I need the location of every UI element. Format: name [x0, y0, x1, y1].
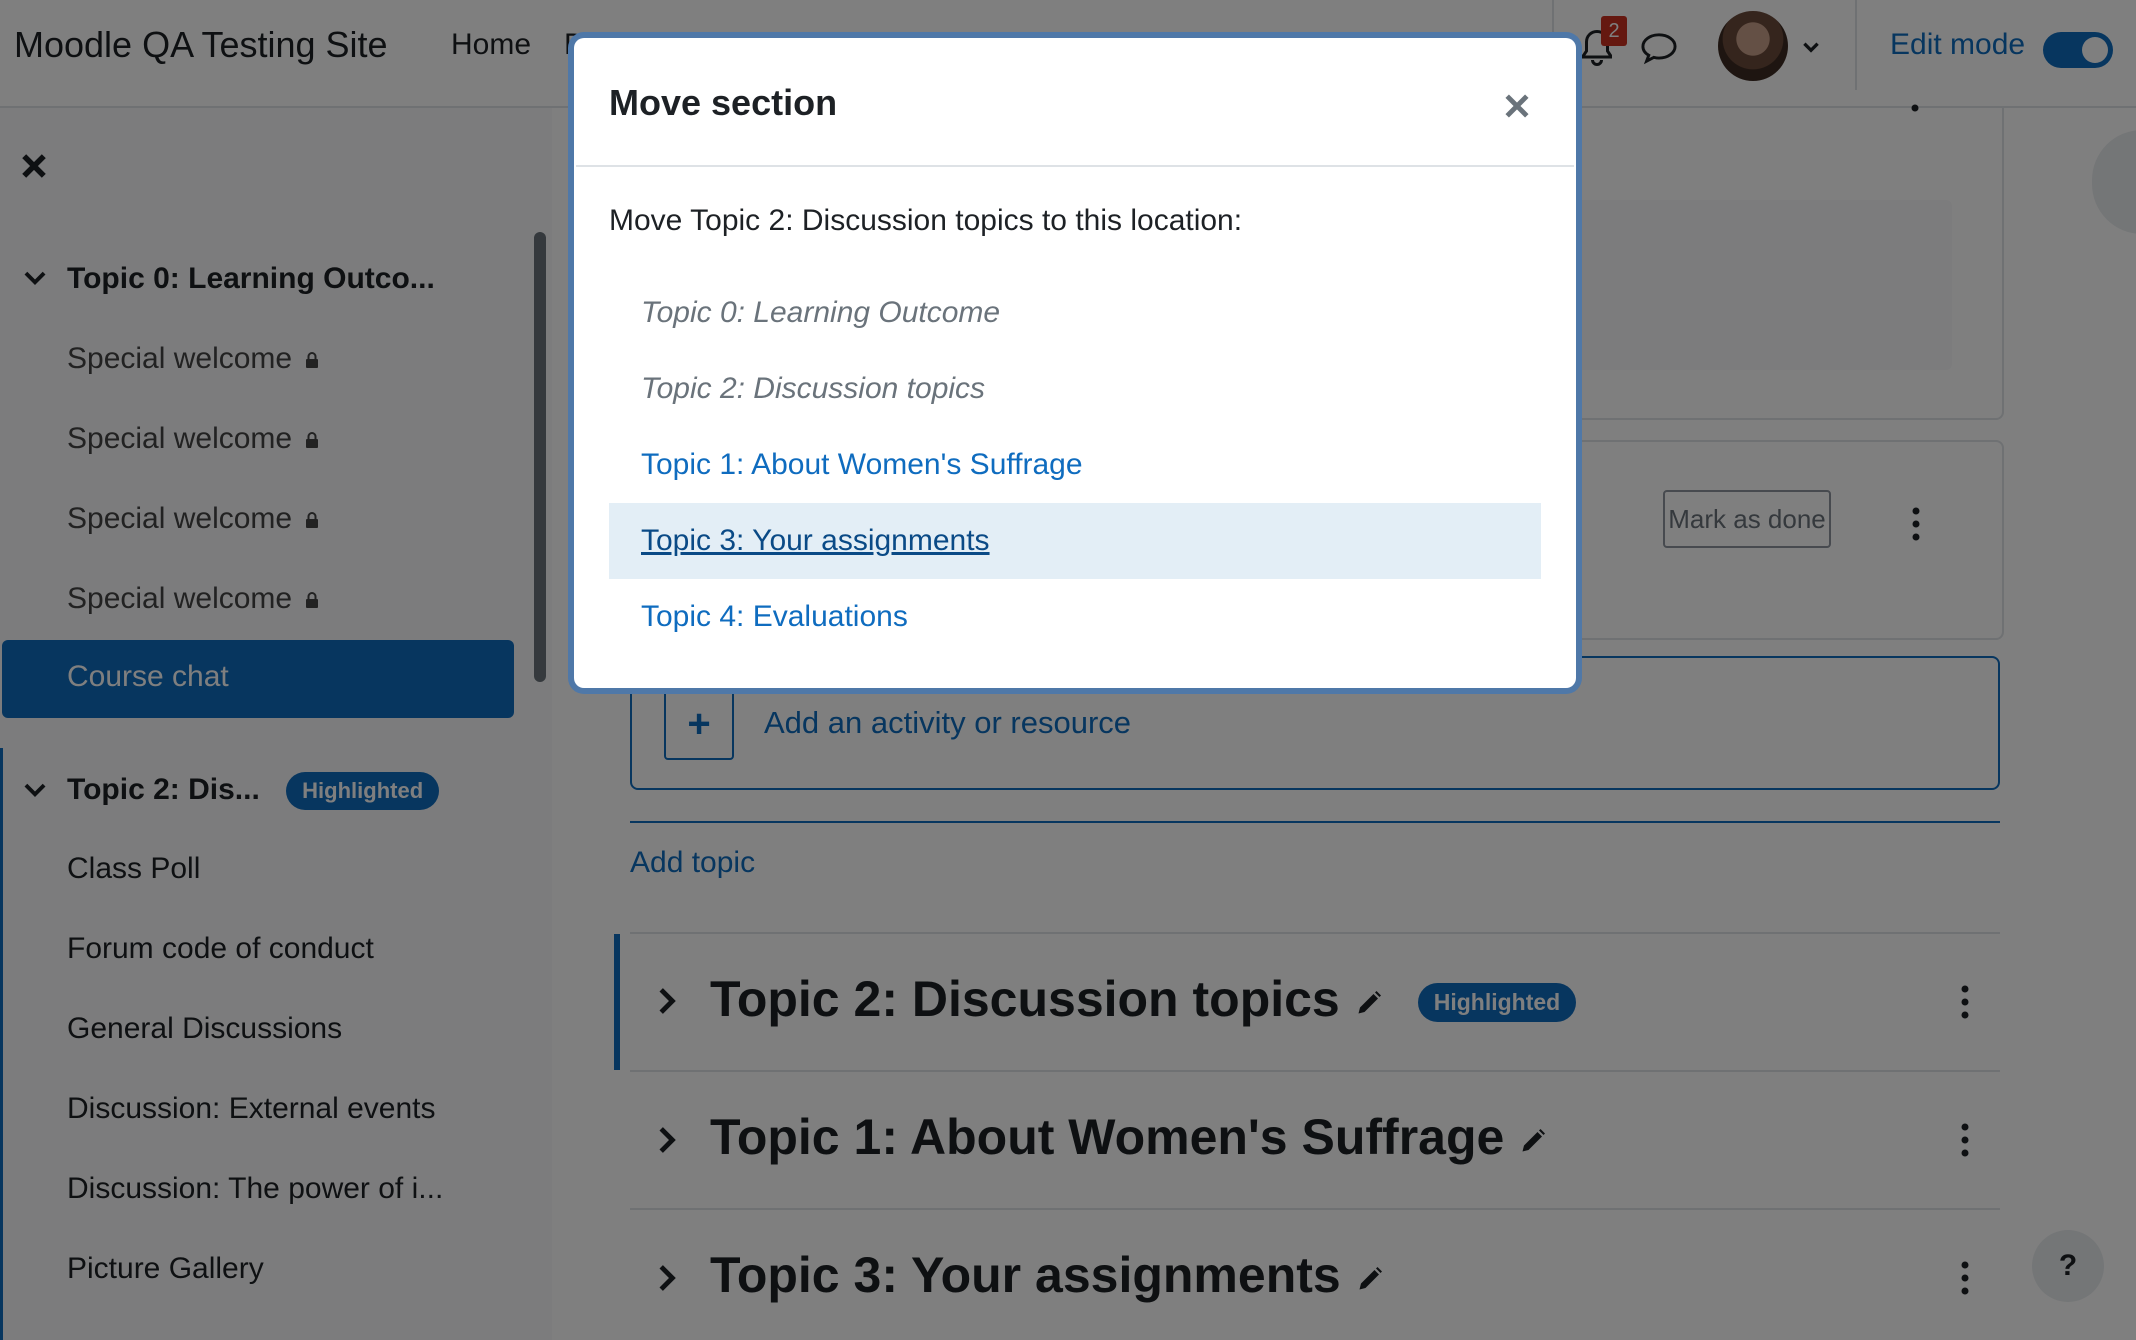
move-option[interactable]: Topic 4: Evaluations — [641, 600, 908, 634]
modal-title: Move section — [609, 82, 838, 123]
modal-prompt: Move Topic 2: Discussion topics to this … — [609, 204, 1243, 237]
divider — [576, 165, 1574, 167]
move-option[interactable]: Topic 1: About Women's Suffrage — [641, 448, 1083, 482]
move-section-modal — [574, 38, 1576, 688]
move-option-disabled: Topic 0: Learning Outcome — [641, 296, 1001, 329]
close-icon[interactable] — [1503, 92, 1531, 120]
move-option[interactable]: Topic 3: Your assignments — [641, 524, 990, 558]
move-option-disabled: Topic 2: Discussion topics — [641, 372, 986, 405]
